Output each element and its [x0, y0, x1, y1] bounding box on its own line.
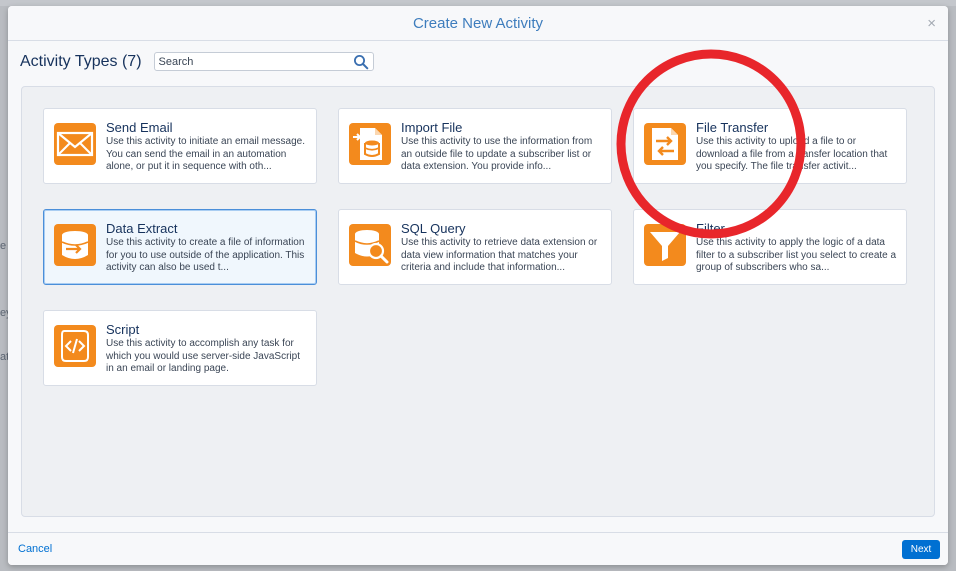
activity-card-filter[interactable]: Filter Use this activity to apply the lo… — [633, 209, 907, 285]
background-text-fragment: e — [0, 240, 7, 252]
activity-card-data-extract[interactable]: Data Extract Use this activity to create… — [43, 209, 317, 285]
activity-card-title: Data Extract — [106, 221, 178, 236]
activity-card-title: SQL Query — [401, 221, 466, 236]
next-button[interactable]: Next — [902, 540, 940, 559]
activity-card-description: Use this activity to apply the logic of … — [696, 237, 897, 273]
activity-card-description: Use this activity to retrieve data exten… — [401, 237, 598, 273]
activity-grid-panel: Send Email Use this activity to initiate… — [21, 86, 935, 517]
envelope-icon — [54, 123, 96, 165]
import-file-icon — [349, 123, 391, 165]
create-activity-modal: Create New Activity × Activity Types (7)… — [8, 6, 948, 565]
activity-types-heading: Activity Types (7) — [20, 52, 142, 70]
activity-toolbar: Activity Types (7) — [20, 52, 374, 71]
script-icon — [54, 325, 96, 367]
filter-funnel-icon — [644, 224, 686, 266]
activity-card-title: Script — [106, 322, 140, 337]
activity-card-description: Use this activity to upload a file to or… — [696, 136, 888, 172]
search-input[interactable] — [154, 55, 353, 68]
cancel-button[interactable]: Cancel — [18, 543, 52, 555]
activity-card-script[interactable]: Script Use this activity to accomplish a… — [43, 310, 317, 386]
activity-card-import-file[interactable]: Import File Use this activity to use the… — [338, 108, 612, 184]
activity-card-title: File Transfer — [696, 120, 769, 135]
activity-card-title: Filter — [696, 221, 725, 236]
activity-card-description: Use this activity to create a file of in… — [106, 237, 305, 273]
modal-title: Create New Activity — [412, 14, 544, 32]
activity-card-description: Use this activity to use the information… — [401, 136, 593, 172]
data-extract-icon — [54, 224, 96, 266]
file-transfer-icon — [644, 123, 686, 165]
activity-card-description: Use this activity to accomplish any task… — [106, 338, 300, 374]
close-icon[interactable]: × — [927, 15, 936, 32]
activity-card-description: Use this activity to initiate an email m… — [106, 136, 305, 172]
sql-query-icon — [349, 224, 391, 266]
activity-card-sql-query[interactable]: SQL Query Use this activity to retrieve … — [338, 209, 612, 285]
activity-card-file-transfer[interactable]: File Transfer Use this activity to uploa… — [633, 108, 907, 184]
modal-footer: Cancel Next — [8, 532, 948, 565]
search-box — [153, 52, 374, 71]
activity-card-title: Import File — [401, 120, 463, 135]
activity-card-send-email[interactable]: Send Email Use this activity to initiate… — [43, 108, 317, 184]
activity-card-title: Send Email — [106, 120, 173, 135]
modal-header: Create New Activity × — [8, 6, 948, 41]
search-icon[interactable] — [353, 54, 369, 70]
